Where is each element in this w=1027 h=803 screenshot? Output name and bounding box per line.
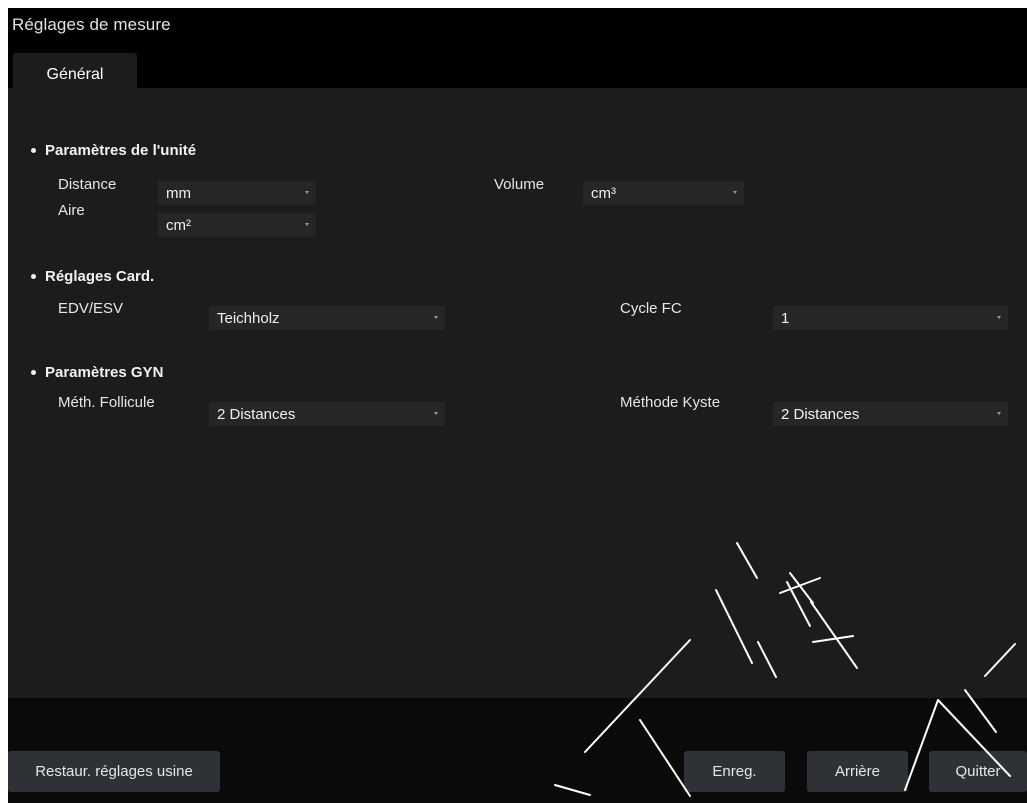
edv-esv-label: EDV/ESV (58, 300, 124, 317)
chevron-down-icon (305, 191, 309, 194)
hr-cycle-value: 1 (781, 309, 790, 327)
area-dropdown[interactable]: cm² (158, 213, 316, 237)
volume-dropdown[interactable]: cm³ (583, 181, 744, 205)
distance-dropdown[interactable]: mm (158, 181, 316, 205)
measure-settings-screen: Réglages de mesure Paramètres de l'unité… (8, 8, 1027, 803)
window-title: Réglages de mesure (12, 15, 171, 34)
restore-defaults-button[interactable]: Restaur. réglages usine (8, 751, 220, 792)
hr-cycle-dropdown[interactable]: 1 (773, 306, 1008, 330)
section-heading-gyn-label: Paramètres GYN (45, 364, 164, 381)
quit-button[interactable]: Quitter (929, 751, 1027, 792)
chevron-down-icon (997, 316, 1001, 319)
bullet-icon (31, 148, 36, 153)
settings-panel: Paramètres de l'unité Distance mm Aire c… (8, 88, 1027, 698)
chevron-down-icon (733, 191, 737, 194)
cyst-method-value: 2 Distances (781, 405, 860, 423)
cyst-method-label: Méthode Kyste (620, 394, 721, 411)
section-heading-units-label: Paramètres de l'unité (45, 142, 197, 159)
chevron-down-icon (305, 223, 309, 226)
volume-label: Volume (494, 176, 545, 193)
chevron-down-icon (434, 412, 438, 415)
edv-esv-value: Teichholz (217, 309, 280, 327)
volume-value: cm³ (591, 184, 616, 202)
save-button[interactable]: Enreg. (684, 751, 785, 792)
section-heading-units: Paramètres de l'unité (31, 142, 196, 159)
section-heading-cardiac: Réglages Card. (31, 268, 154, 285)
distance-value: mm (166, 184, 191, 202)
edv-esv-dropdown[interactable]: Teichholz (209, 306, 445, 330)
chevron-down-icon (997, 412, 1001, 415)
bullet-icon (31, 274, 36, 279)
area-value: cm² (166, 216, 191, 234)
tab-general[interactable]: Général (13, 53, 137, 96)
back-button[interactable]: Arrière (807, 751, 908, 792)
follicle-method-value: 2 Distances (217, 405, 296, 423)
hr-cycle-label: Cycle FC (620, 300, 682, 317)
section-heading-cardiac-label: Réglages Card. (45, 268, 155, 285)
area-label: Aire (58, 202, 85, 219)
follicle-method-dropdown[interactable]: 2 Distances (209, 402, 445, 426)
chevron-down-icon (434, 316, 438, 319)
cyst-method-dropdown[interactable]: 2 Distances (773, 402, 1008, 426)
distance-label: Distance (58, 176, 117, 193)
bullet-icon (31, 370, 36, 375)
section-heading-gyn: Paramètres GYN (31, 364, 163, 381)
follicle-method-label: Méth. Follicule (58, 394, 155, 411)
